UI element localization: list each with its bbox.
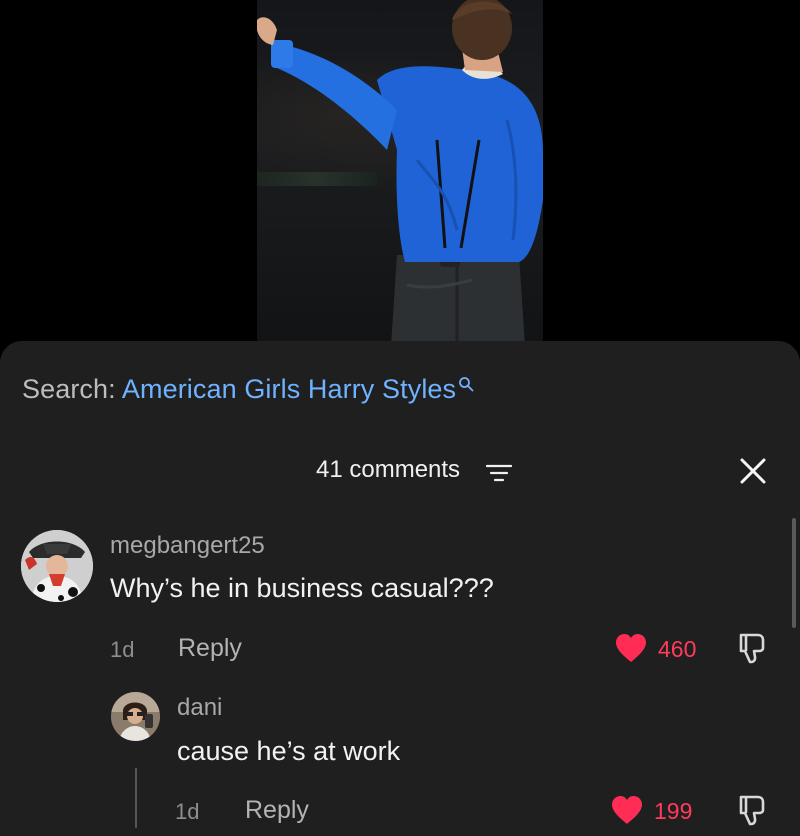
avatar-image — [111, 692, 160, 741]
avatar[interactable] — [21, 530, 93, 602]
thumbs-down-icon[interactable] — [736, 793, 770, 827]
comment-timestamp: 1d — [175, 799, 200, 824]
comments-count: 41 comments — [316, 456, 461, 483]
comment-timestamp: 1d — [110, 637, 135, 662]
performer-figure — [257, 0, 543, 346]
reply-button[interactable]: Reply — [245, 796, 309, 825]
filter-icon[interactable] — [486, 463, 512, 483]
comment-username[interactable]: megbangert25 — [110, 532, 265, 560]
search-suggestion[interactable]: Search: American Girls Harry Styles — [22, 374, 474, 405]
avatar-image — [21, 530, 93, 602]
thumbs-down-icon[interactable] — [736, 631, 770, 665]
like-count: 199 — [654, 798, 693, 824]
like-count: 460 — [658, 636, 697, 662]
video-player[interactable] — [0, 0, 800, 346]
search-prefix: Search: — [22, 374, 116, 404]
comment-username[interactable]: dani — [177, 694, 222, 722]
comment-text: Why’s he in business casual??? — [110, 573, 494, 603]
scrollbar[interactable] — [792, 518, 796, 628]
comment-text: cause he’s at work — [177, 736, 401, 766]
reply-thread-line — [135, 768, 137, 828]
heart-icon[interactable] — [614, 633, 648, 663]
close-icon[interactable] — [738, 456, 768, 486]
heart-icon[interactable] — [610, 795, 644, 825]
search-icon[interactable] — [458, 376, 474, 392]
avatar[interactable] — [111, 692, 160, 741]
video-frame — [257, 0, 543, 346]
comments-header: 41 comments — [0, 452, 800, 492]
search-query-link[interactable]: American Girls Harry Styles — [122, 374, 456, 404]
reply-button[interactable]: Reply — [178, 634, 242, 663]
